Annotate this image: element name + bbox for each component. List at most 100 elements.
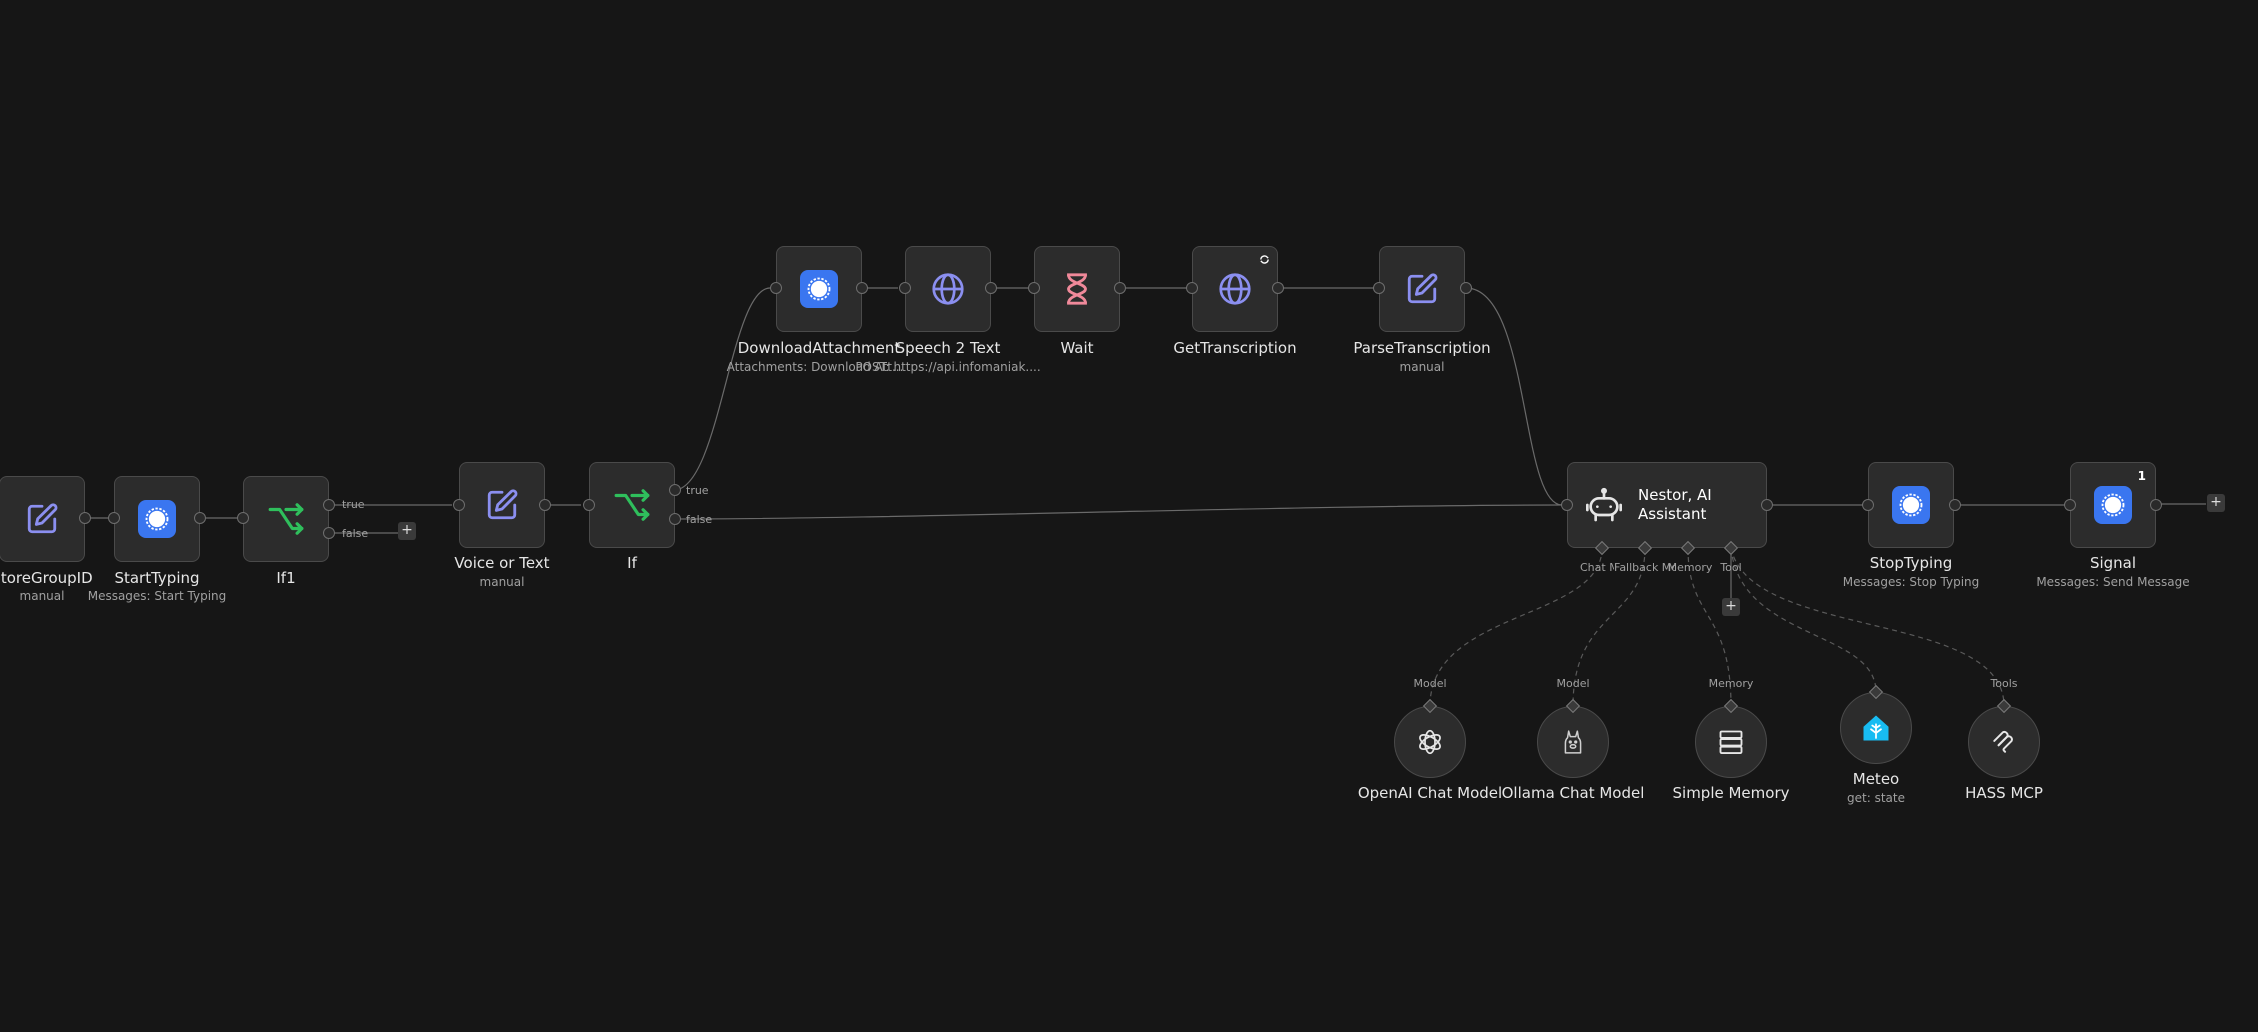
node-label-downloadattachment: DownloadAttachment — [737, 339, 901, 357]
output-port[interactable] — [1460, 282, 1472, 294]
node-label-speech-2-text: Speech 2 Text — [895, 339, 1001, 357]
signal-icon — [138, 500, 176, 538]
subnode-label-meteo: Meteo — [1852, 770, 1900, 788]
output-port[interactable] — [539, 499, 551, 511]
node-sublabel-parsetranscription: manual — [1399, 360, 1445, 374]
input-port[interactable] — [237, 512, 249, 524]
add-node-button[interactable]: + — [2207, 494, 2225, 512]
agent-handle-chat-model: Chat Model — [1580, 561, 1614, 574]
input-port[interactable] — [108, 512, 120, 524]
mcp-icon — [1993, 730, 2013, 753]
output-port-false[interactable] — [669, 513, 681, 525]
input-port[interactable] — [1186, 282, 1198, 294]
node-sublabel-voice-or-text: manual — [479, 575, 525, 589]
output-port-true[interactable] — [669, 484, 681, 496]
subnode-meteo[interactable] — [1840, 692, 1912, 764]
subnode-hass-mcp[interactable] — [1968, 706, 2040, 778]
node-starttyping[interactable] — [114, 476, 200, 562]
branch-label-false: false — [342, 527, 369, 540]
input-port[interactable] — [770, 282, 782, 294]
node-wait[interactable] — [1034, 246, 1120, 332]
subnode-openai-chat-model[interactable] — [1394, 706, 1466, 778]
ollama-icon — [1564, 730, 1582, 754]
globe-icon — [1219, 273, 1251, 305]
output-port-false[interactable] — [323, 527, 335, 539]
node-label-if: If — [627, 554, 637, 572]
subnode-handle-label: Model — [1556, 677, 1590, 690]
node-label-storegroupid: StoreGroupID — [0, 569, 93, 587]
node-voice-or-text[interactable] — [459, 462, 545, 548]
add-node-button[interactable]: + — [398, 522, 416, 540]
node-label-voice-or-text: Voice or Text — [454, 554, 550, 572]
subnode-label-ollama: Ollama Chat Model — [1501, 784, 1645, 802]
node-label-gettranscription: GetTranscription — [1173, 339, 1297, 357]
output-port[interactable] — [1761, 499, 1773, 511]
add-tool-button[interactable]: + — [1722, 598, 1740, 616]
output-port[interactable] — [2150, 499, 2162, 511]
agent-name: Nestor, AI Assistant — [1638, 486, 1712, 523]
input-port[interactable] — [583, 499, 595, 511]
node-if1[interactable] — [243, 476, 329, 562]
openai-icon — [1419, 729, 1441, 755]
input-port[interactable] — [1028, 282, 1040, 294]
node-label-stoptyping: StopTyping — [1869, 554, 1953, 572]
output-port[interactable] — [985, 282, 997, 294]
globe-icon — [932, 273, 964, 305]
branch-icon — [268, 503, 304, 535]
subnode-sublabel-meteo: get: state — [1847, 791, 1905, 805]
signal-icon — [2094, 486, 2132, 524]
retry-icon — [1260, 255, 1269, 264]
node-if[interactable] — [589, 462, 675, 548]
subnode-label-memory: Simple Memory — [1672, 784, 1790, 802]
input-port[interactable] — [453, 499, 465, 511]
output-port[interactable] — [1114, 282, 1126, 294]
input-port[interactable] — [899, 282, 911, 294]
node-sublabel-storegroupid: manual — [19, 589, 65, 603]
input-port[interactable] — [1561, 499, 1573, 511]
robot-icon — [1586, 487, 1622, 522]
node-label-signal: Signal — [2089, 554, 2137, 572]
node-label-parsetranscription: ParseTranscription — [1353, 339, 1491, 357]
output-port[interactable] — [1272, 282, 1284, 294]
signal-icon — [800, 270, 838, 308]
pencil-icon — [487, 489, 518, 520]
subnode-handle-label: Model — [1413, 677, 1447, 690]
subnode-label-openai: OpenAI Chat Model — [1357, 784, 1503, 802]
signal-icon — [1892, 486, 1930, 524]
branch-label-false: false — [686, 513, 713, 526]
home-assistant-icon — [1863, 715, 1889, 741]
node-stoptyping[interactable] — [1868, 462, 1954, 548]
node-ai-agent[interactable]: Nestor, AI Assistant — [1567, 462, 1767, 548]
node-signal[interactable]: 1 — [2070, 462, 2156, 548]
node-downloadattachment[interactable] — [776, 246, 862, 332]
subnode-handle-label: Memory — [1708, 677, 1754, 690]
node-storegroupid[interactable] — [0, 476, 85, 562]
database-icon — [1719, 730, 1743, 755]
output-port[interactable] — [194, 512, 206, 524]
node-label-if1: If1 — [276, 569, 296, 587]
subnode-simple-memory[interactable] — [1695, 706, 1767, 778]
subnode-label-hass: HASS MCP — [1965, 784, 2043, 802]
node-parsetranscription[interactable] — [1379, 246, 1465, 332]
output-port[interactable] — [1949, 499, 1961, 511]
input-port[interactable] — [2064, 499, 2076, 511]
agent-handle-tool: Tool — [1720, 561, 1742, 574]
branch-label-true: true — [342, 498, 365, 511]
agent-handle-memory: Memory — [1667, 561, 1713, 574]
node-label-starttyping: StartTyping — [114, 569, 200, 587]
execution-count-badge: 1 — [2137, 469, 2146, 483]
node-label-wait: Wait — [1060, 339, 1094, 357]
input-port[interactable] — [1862, 499, 1874, 511]
pencil-icon — [27, 503, 58, 534]
branch-icon — [614, 489, 650, 521]
subnode-ollama-chat-model[interactable] — [1537, 706, 1609, 778]
input-port[interactable] — [1373, 282, 1385, 294]
output-port-true[interactable] — [323, 499, 335, 511]
node-sublabel-stoptyping: Messages: Stop Typing — [1842, 575, 1980, 589]
node-gettranscription[interactable] — [1192, 246, 1278, 332]
output-port[interactable] — [856, 282, 868, 294]
branch-label-true: true — [686, 484, 709, 497]
output-port[interactable] — [79, 512, 91, 524]
node-speech-2-text[interactable] — [905, 246, 991, 332]
subnode-handle-label: Tools — [1990, 677, 2018, 690]
